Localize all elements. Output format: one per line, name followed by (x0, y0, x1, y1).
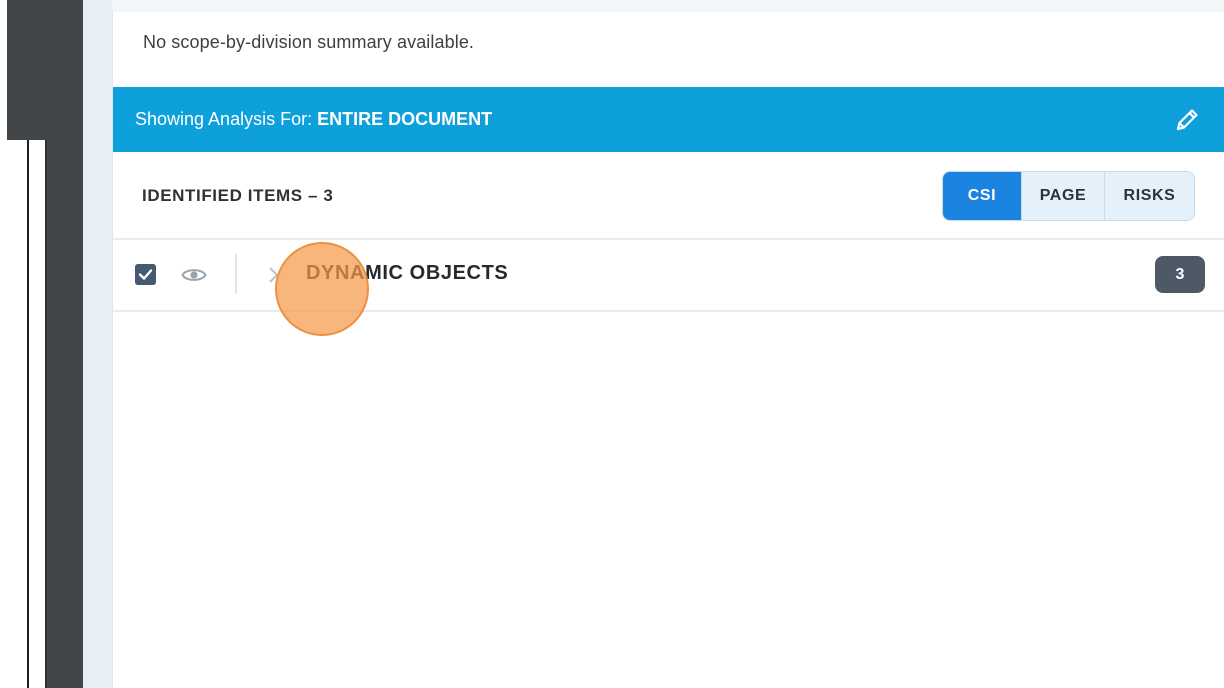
page-border-line (27, 140, 29, 688)
row-divider (235, 254, 237, 294)
view-csi-button[interactable]: CSI (943, 172, 1021, 220)
identified-items-header: IDENTIFIED ITEMS – 3 CSI PAGE RISKS (113, 152, 1224, 240)
view-risks-button[interactable]: RISKS (1104, 172, 1194, 220)
pencil-icon[interactable] (1173, 106, 1201, 134)
item-count-badge: 3 (1155, 256, 1205, 293)
analysis-scope-label: Showing Analysis For: ENTIRE DOCUMENT (135, 109, 492, 130)
left-edge (0, 0, 7, 688)
eye-icon[interactable] (181, 265, 207, 285)
click-indicator (275, 242, 369, 336)
analysis-scope-bar: Showing Analysis For: ENTIRE DOCUMENT (113, 87, 1224, 152)
view-mode-toggle: CSI PAGE RISKS (942, 171, 1195, 221)
scope-summary-text: No scope-by-division summary available. (143, 32, 475, 52)
analysis-prefix: Showing Analysis For: (135, 109, 318, 129)
panel-gutter (83, 0, 112, 688)
app-root: No scope-by-division summary available. … (0, 0, 1224, 688)
identified-items-title: IDENTIFIED ITEMS – 3 (142, 186, 334, 205)
view-page-button[interactable]: PAGE (1021, 172, 1104, 220)
checkmark-icon[interactable] (135, 264, 156, 285)
analysis-panel: No scope-by-division summary available. … (112, 12, 1224, 688)
analysis-scope-value: ENTIRE DOCUMENT (317, 109, 493, 129)
